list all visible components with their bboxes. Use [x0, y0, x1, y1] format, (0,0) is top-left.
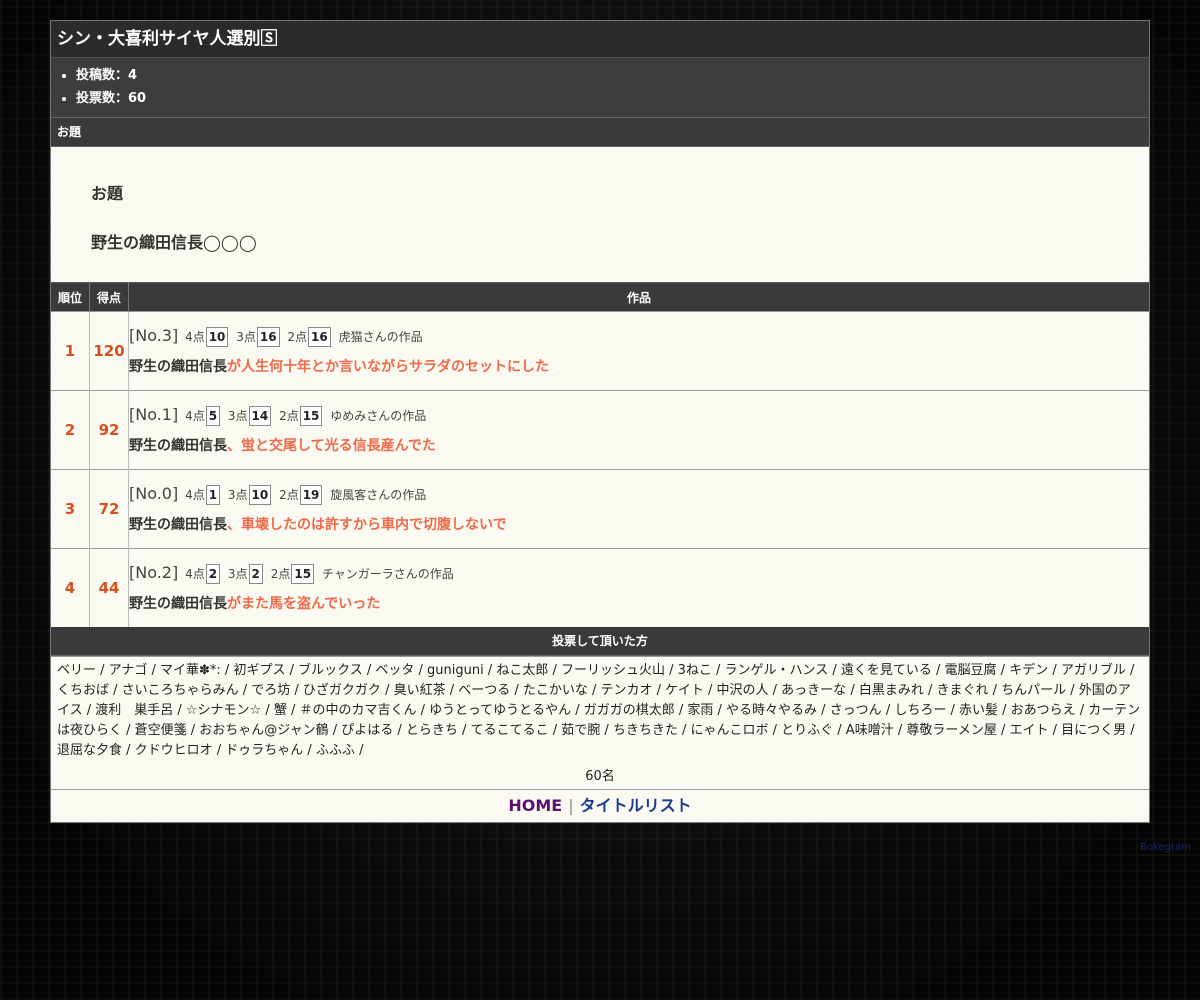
- work-number: [No.3]: [129, 326, 179, 345]
- table-row: 4 44 [No.2] 4点 2 3点 2 2点 15 チャンガーラさんの作品 野生の…: [51, 548, 1149, 627]
- stats-panel: 投稿数：4 投票数：60: [51, 58, 1149, 118]
- theme-panel: お題 野生の織田信長◯◯◯: [51, 147, 1149, 282]
- work-meta: [No.1] 4点 5 3点 14 2点 15 ゆめみさんの作品: [129, 405, 1149, 426]
- score-cell: 72: [89, 469, 129, 549]
- home-link[interactable]: HOME: [508, 796, 562, 815]
- work-answer-text: が人生何十年とか言いながらサラダのセットにした: [227, 359, 549, 375]
- work-meta: [No.2] 4点 2 3点 2 2点 15 チャンガーラさんの作品: [129, 563, 1149, 584]
- points-2-count: 15: [299, 406, 323, 426]
- work-cell: [No.2] 4点 2 3点 2 2点 15 チャンガーラさんの作品 野生の織田信長が…: [128, 548, 1149, 627]
- points-3-label: 3点: [227, 567, 248, 581]
- table-row: 1 120 [No.3] 4点 10 3点 16 2点 16 虎猫さんの作品 野生の織…: [51, 311, 1149, 391]
- work-text: 野生の織田信長がまた馬を盗んでいった: [129, 593, 1149, 613]
- work-base-text: 野生の織田信長: [129, 596, 227, 612]
- work-cell: [No.1] 4点 5 3点 14 2点 15 ゆめみさんの作品 野生の織田信長、蛍と…: [128, 390, 1149, 470]
- page-title: シン・大喜利サイヤ人選別🅂: [51, 21, 1149, 58]
- points-4-label: 4点: [185, 330, 205, 344]
- header-work: 作品: [128, 282, 1149, 312]
- stats-list: 投稿数：4 投票数：60: [51, 64, 1149, 110]
- work-text: 野生の織田信長が人生何十年とか言いながらサラダのセットにした: [129, 356, 1149, 376]
- points-4-label: 4点: [185, 409, 205, 423]
- theme-heading: お題: [91, 184, 124, 203]
- table-row: 2 92 [No.1] 4点 5 3点 14 2点 15 ゆめみさんの作品 野生の織田…: [51, 390, 1149, 470]
- work-answer-text: がまた馬を盗んでいった: [227, 596, 381, 612]
- work-base-text: 野生の織田信長: [129, 359, 227, 375]
- points-2-label: 2点: [279, 409, 299, 423]
- rank-cell: 4: [51, 548, 90, 627]
- work-meta: [No.3] 4点 10 3点 16 2点 16 虎猫さんの作品: [129, 326, 1149, 347]
- work-author: 虎猫さんの作品: [338, 330, 423, 344]
- points-2-count: 19: [299, 485, 323, 505]
- points-3-count: 14: [248, 406, 272, 426]
- work-answer-text: 、蛍と交尾して光る信長産んでた: [227, 438, 436, 454]
- vote-count: 投票数：60: [76, 87, 1149, 110]
- work-number: [No.2]: [129, 563, 179, 582]
- voter-count: 60名: [585, 769, 615, 784]
- points-4-label: 4点: [185, 567, 205, 581]
- work-number: [No.0]: [129, 484, 179, 503]
- work-cell: [No.3] 4点 10 3点 16 2点 16 虎猫さんの作品 野生の織田信長が人生…: [128, 311, 1149, 391]
- points-4-count: 10: [205, 327, 229, 347]
- theme-text: 野生の織田信長◯◯◯: [91, 233, 257, 252]
- header-score: 得点: [89, 282, 129, 312]
- nav-separator: |: [568, 796, 574, 815]
- ranking-table: 順位 得点 作品 1 120 [No.3] 4点 10 3点 16 2点 16 虎猫さ…: [51, 282, 1149, 627]
- rank-cell: 1: [51, 311, 90, 391]
- work-meta: [No.0] 4点 1 3点 10 2点 19 旋風客さんの作品: [129, 484, 1149, 505]
- table-row: 3 72 [No.0] 4点 1 3点 10 2点 19 旋風客さんの作品 野生の織田…: [51, 469, 1149, 549]
- work-cell: [No.0] 4点 1 3点 10 2点 19 旋風客さんの作品 野生の織田信長、車壊…: [128, 469, 1149, 549]
- work-text: 野生の織田信長、蛍と交尾して光る信長産んでた: [129, 435, 1149, 455]
- points-2-count: 15: [291, 564, 315, 584]
- points-2-label: 2点: [270, 567, 291, 581]
- work-author: ゆめみさんの作品: [330, 409, 427, 423]
- points-3-count: 16: [256, 327, 280, 347]
- points-2-label: 2点: [279, 488, 299, 502]
- theme-section-header: お題: [51, 118, 1149, 147]
- rank-cell: 2: [51, 390, 90, 470]
- credit-link[interactable]: Bokegram: [1140, 842, 1191, 853]
- work-text: 野生の織田信長、車壊したのは許すから車内で切腹しないで: [129, 514, 1149, 534]
- work-base-text: 野生の織田信長: [129, 517, 227, 533]
- points-4-count: 2: [205, 564, 221, 584]
- points-3-label: 3点: [236, 330, 256, 344]
- work-answer-text: 、車壊したのは許すから車内で切腹しないで: [227, 517, 507, 533]
- points-3-label: 3点: [227, 409, 248, 423]
- voter-list: ベリー / アナゴ / マイ華✽*: / 初ギプス / ブルックス / ベッタ …: [51, 656, 1149, 765]
- points-2-count: 16: [308, 327, 331, 347]
- header-rank: 順位: [51, 282, 90, 312]
- work-number: [No.1]: [129, 405, 179, 424]
- work-author: チャンガーラさんの作品: [321, 567, 454, 581]
- points-2-label: 2点: [287, 330, 308, 344]
- points-4-count: 5: [205, 406, 221, 426]
- work-base-text: 野生の織田信長: [129, 438, 227, 454]
- score-cell: 44: [89, 548, 129, 627]
- footer-nav: HOME | タイトルリスト: [51, 789, 1149, 822]
- ranking-header-row: 順位 得点 作品: [51, 282, 1149, 312]
- points-3-count: 2: [248, 564, 263, 584]
- points-3-label: 3点: [227, 488, 248, 502]
- points-4-count: 1: [205, 485, 221, 505]
- title-list-link[interactable]: タイトルリスト: [580, 796, 692, 815]
- points-4-label: 4点: [185, 488, 205, 502]
- work-author: 旋風客さんの作品: [330, 488, 427, 502]
- score-cell: 92: [89, 390, 129, 470]
- main-panel: シン・大喜利サイヤ人選別🅂 投稿数：4 投票数：60 お題 お題 野生の織田信長…: [50, 20, 1150, 823]
- rank-cell: 3: [51, 469, 90, 549]
- post-count: 投稿数：4: [76, 64, 1149, 87]
- voters-section-header: 投票して頂いた方: [51, 627, 1149, 656]
- score-cell: 120: [89, 311, 129, 391]
- points-3-count: 10: [248, 485, 272, 505]
